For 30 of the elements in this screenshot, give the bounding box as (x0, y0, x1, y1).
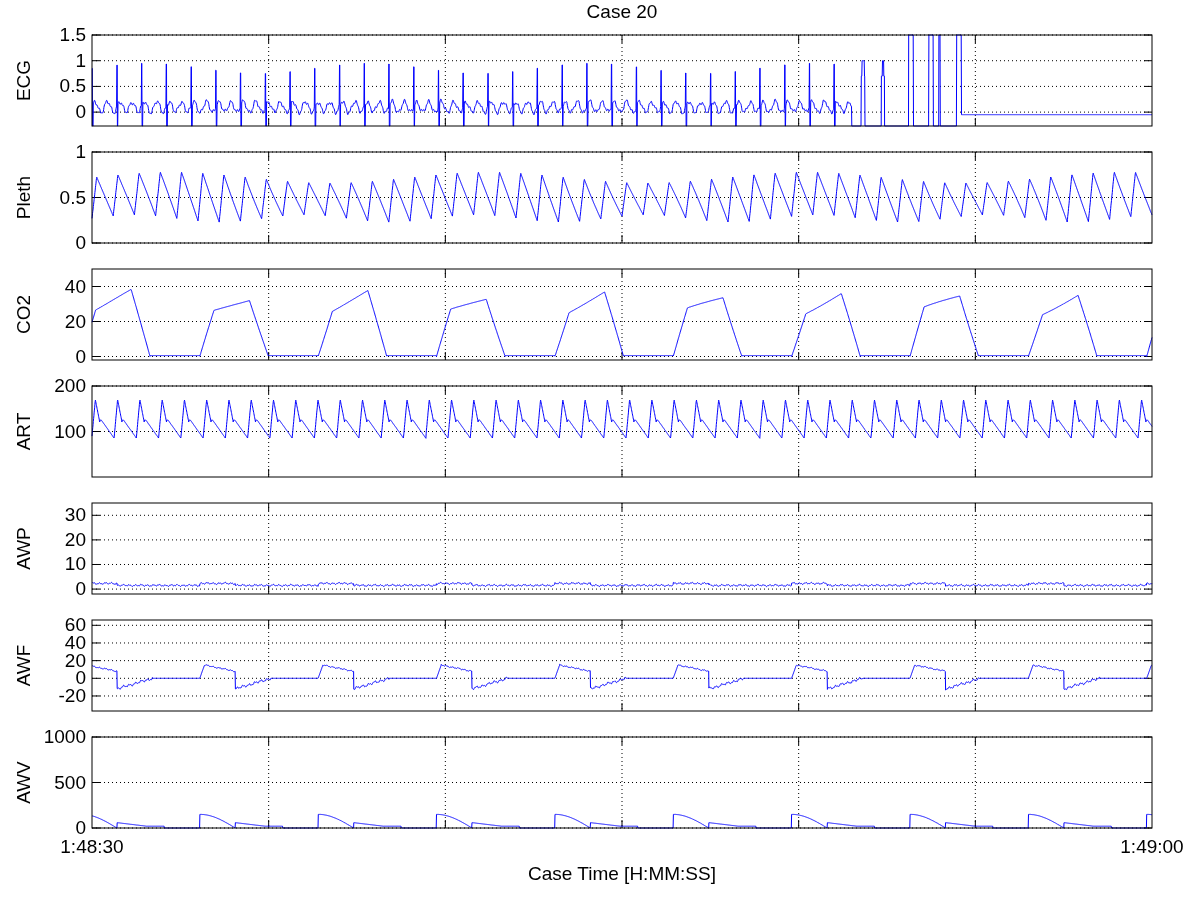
tick-label: 0 (75, 345, 86, 367)
tick-label: 20 (64, 310, 86, 332)
tick-label: 200 (54, 375, 86, 396)
y-axis-label: AWV (13, 761, 34, 804)
tick-label: 1:49:00 (1120, 836, 1184, 857)
y-axis-label: Pleth (13, 175, 34, 220)
tick-label: 0 (75, 101, 86, 123)
x-axis-label: Case Time [H:MM:SS] (528, 863, 716, 884)
tick-label: 30 (64, 504, 86, 526)
tick-label: 1.5 (59, 24, 86, 45)
tick-label: 100 (54, 420, 86, 442)
tick-label: 1 (75, 49, 86, 71)
tick-label: 40 (64, 275, 86, 297)
tick-label: 0 (75, 578, 86, 600)
chart-title: Case 20 (586, 1, 658, 22)
tick-label: 20 (64, 528, 86, 550)
tick-label: 1 (75, 141, 86, 162)
tick-label: 500 (54, 771, 86, 793)
y-axis-label: AWF (13, 644, 34, 687)
y-axis-label: ART (13, 412, 34, 451)
tick-label: 1:48:30 (60, 836, 124, 857)
tick-label: 0 (75, 232, 86, 253)
y-axis-label: CO2 (13, 294, 34, 335)
tick-label: 0 (75, 817, 86, 838)
tick-label: 0.5 (59, 75, 86, 97)
tick-label: 0.5 (59, 186, 86, 208)
y-axis-label: AWP (13, 527, 34, 570)
y-axis-label: ECG (13, 59, 34, 102)
tick-label: 1000 (43, 726, 86, 747)
tick-label: 10 (64, 553, 86, 575)
